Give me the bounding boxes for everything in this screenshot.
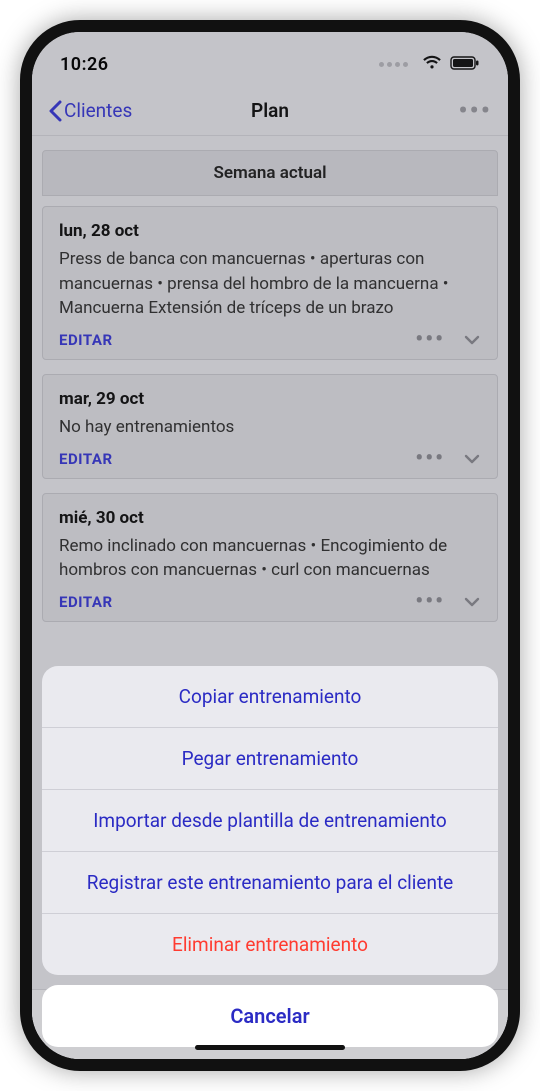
sheet-paste-workout[interactable]: Pegar entrenamiento bbox=[42, 728, 498, 790]
action-sheet-backdrop[interactable]: Copiar entrenamiento Pegar entrenamiento… bbox=[32, 32, 508, 1059]
action-sheet: Copiar entrenamiento Pegar entrenamiento… bbox=[42, 666, 498, 975]
sheet-copy-workout[interactable]: Copiar entrenamiento bbox=[42, 666, 498, 728]
screen: 10:26 Clientes Plan ••• Semana actual bbox=[32, 32, 508, 1059]
sheet-log-for-client[interactable]: Registrar este entrenamiento para el cli… bbox=[42, 852, 498, 914]
sheet-delete-workout[interactable]: Eliminar entrenamiento bbox=[42, 914, 498, 975]
sheet-cancel-button[interactable]: Cancelar bbox=[42, 985, 498, 1047]
device-frame: 10:26 Clientes Plan ••• Semana actual bbox=[20, 20, 520, 1071]
sheet-import-template[interactable]: Importar desde plantilla de entrenamient… bbox=[42, 790, 498, 852]
home-indicator bbox=[195, 1045, 345, 1050]
